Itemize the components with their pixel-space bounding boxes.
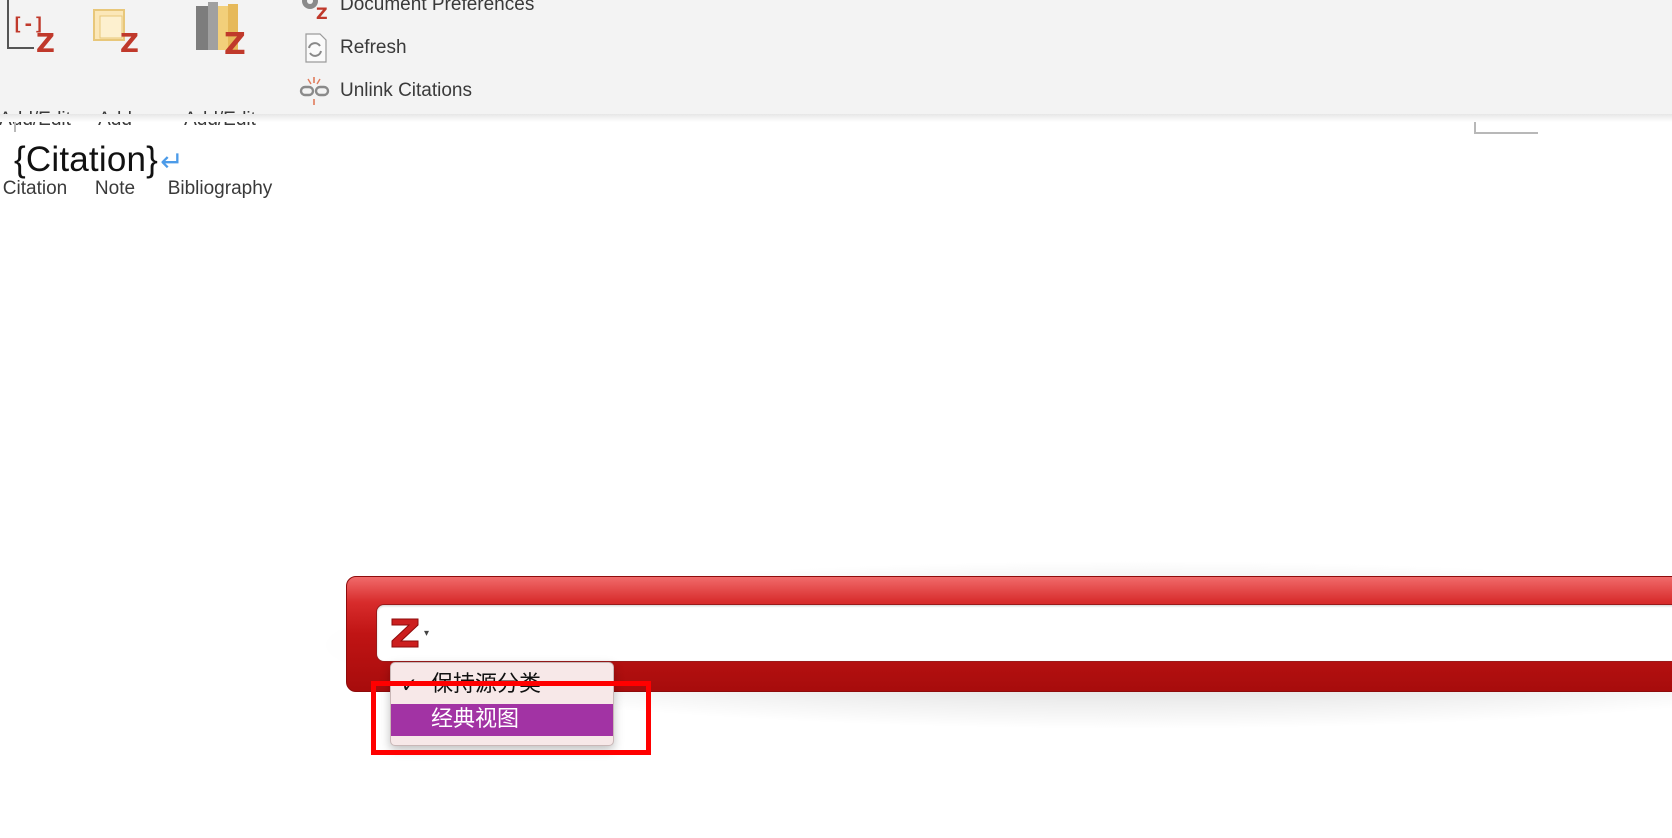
document-preferences-button[interactable]: Z Document Preferences [298,0,535,23]
annotation-highlight-box [371,681,651,755]
chevron-down-icon[interactable]: ▾ [424,628,429,639]
citation-placeholder: {Citation} [14,140,159,179]
note-icon: Z [93,9,139,56]
svg-text:Z: Z [224,27,246,56]
z-badge: Z [36,29,55,56]
add-note-button[interactable]: Z Add Note [84,0,146,199]
citation-search-input[interactable] [376,604,1672,662]
add-edit-citation-button[interactable]: [-] Z Add/Edit Citation [0,0,72,199]
zotero-ribbon: [-] Z Add/Edit Citation Z Add Note Z Add [0,0,1672,199]
unlink-icon [298,75,330,107]
ribbon-shadow [0,114,1672,122]
unlink-citations-label: Unlink Citations [340,80,472,101]
books-icon: Z [196,2,246,56]
unlink-citations-button[interactable]: Unlink Citations [298,74,472,108]
paragraph-mark: ↵ [160,146,184,177]
svg-text:Z: Z [316,4,328,21]
document-preferences-label: Document Preferences [340,0,535,15]
add-edit-bibliography-button[interactable]: Z Add/Edit Bibliography [158,0,282,199]
gear-icon: Z [298,0,330,23]
zotero-logo-icon[interactable] [390,616,420,648]
refresh-label: Refresh [340,37,407,58]
page-margin-mark-left [0,122,16,132]
refresh-button[interactable]: Refresh [298,31,407,65]
document-body-text[interactable]: {Citation}↵ [14,140,184,180]
refresh-icon [298,32,330,64]
citation-icon: [-] Z [7,0,55,56]
svg-text:Z: Z [120,29,139,56]
page-margin-mark-right [1474,122,1538,134]
